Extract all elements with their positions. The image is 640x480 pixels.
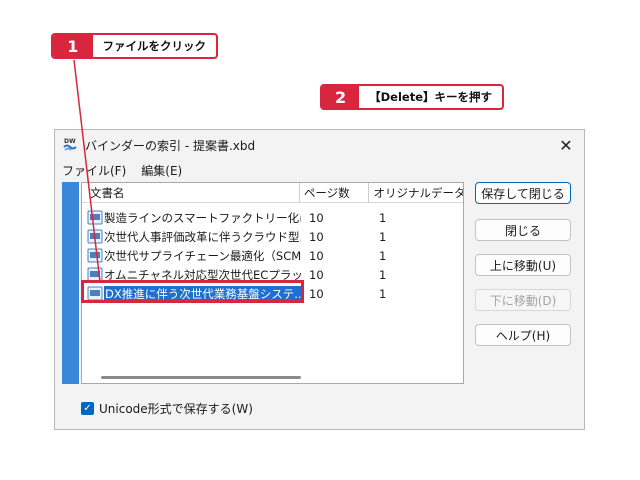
menu-file[interactable]: ファイル(F) <box>55 162 134 180</box>
callout-text: 【Delete】キーを押す <box>369 90 492 104</box>
checkbox-checked[interactable]: ✓ <box>81 402 94 415</box>
tutorial-screenshot: 1 ファイルをクリック 2 【Delete】キーを押す DW バインダーの索引 … <box>0 0 640 480</box>
page-count: 10 <box>309 210 324 225</box>
original-count: 1 <box>379 210 387 225</box>
move-down-button[interactable]: 下に移動(D) <box>475 289 571 311</box>
xbd-document-icon <box>87 248 103 263</box>
xbd-document-icon <box>87 210 103 225</box>
page-count: 10 <box>309 267 324 282</box>
original-count: 1 <box>379 286 387 301</box>
close-dialog-button[interactable]: 閉じる <box>475 219 571 241</box>
original-count: 1 <box>379 229 387 244</box>
column-header-pages[interactable]: ページ数 <box>300 183 370 203</box>
document-name: 次世代人事評価改革に伴うクラウド型... <box>104 229 301 244</box>
sidebar-strip <box>62 182 79 384</box>
scrollbar-thumb[interactable] <box>101 376 301 379</box>
callout-number: 1 <box>53 35 93 57</box>
callout-step-2: 2 【Delete】キーを押す <box>320 84 504 110</box>
help-button[interactable]: ヘルプ(H) <box>475 324 571 346</box>
move-up-button[interactable]: 上に移動(U) <box>475 254 571 276</box>
original-count: 1 <box>379 248 387 263</box>
column-header-original-count[interactable]: オリジナルデータ数 <box>369 183 463 203</box>
xbd-document-icon <box>87 229 103 244</box>
list-item[interactable]: 製造ラインのスマートファクトリー化に伴う... 10 1 <box>82 208 463 227</box>
list-item[interactable]: 次世代人事評価改革に伴うクラウド型... 10 1 <box>82 227 463 246</box>
page-count: 10 <box>309 248 324 263</box>
horizontal-scrollbar[interactable] <box>82 371 463 383</box>
unicode-checkbox-row[interactable]: ✓ Unicode形式で保存する(W) <box>81 400 253 417</box>
save-and-close-button[interactable]: 保存して閉じる <box>475 182 571 204</box>
column-header-name[interactable]: 文書名 <box>82 183 300 203</box>
app-icon: DW <box>63 138 77 151</box>
page-count: 10 <box>309 286 324 301</box>
original-count: 1 <box>379 267 387 282</box>
menu-edit[interactable]: 編集(E) <box>134 162 190 180</box>
callout-number: 2 <box>322 86 360 108</box>
page-count: 10 <box>309 229 324 244</box>
app-icon-label: DW <box>64 138 76 145</box>
list-item[interactable]: 次世代サプライチェーン最適化（SCM... 10 1 <box>82 246 463 265</box>
document-name: 次世代サプライチェーン最適化（SCM... <box>104 248 301 263</box>
highlight-frame <box>81 280 304 303</box>
checkbox-label: Unicode形式で保存する(W) <box>99 402 253 416</box>
callout-step-1: 1 ファイルをクリック <box>51 33 218 59</box>
title-bar[interactable]: DW バインダーの索引 - 提案書.xbd ✕ <box>55 130 584 160</box>
list-header: 文書名 ページ数 オリジナルデータ数 <box>82 183 463 203</box>
document-name: 製造ラインのスマートファクトリー化に伴う... <box>104 210 301 225</box>
callout-text: ファイルをクリック <box>102 39 207 53</box>
menu-bar: ファイル(F) 編集(E) <box>55 162 190 180</box>
close-button[interactable]: ✕ <box>548 130 584 160</box>
window-title: バインダーの索引 - 提案書.xbd <box>85 139 256 153</box>
